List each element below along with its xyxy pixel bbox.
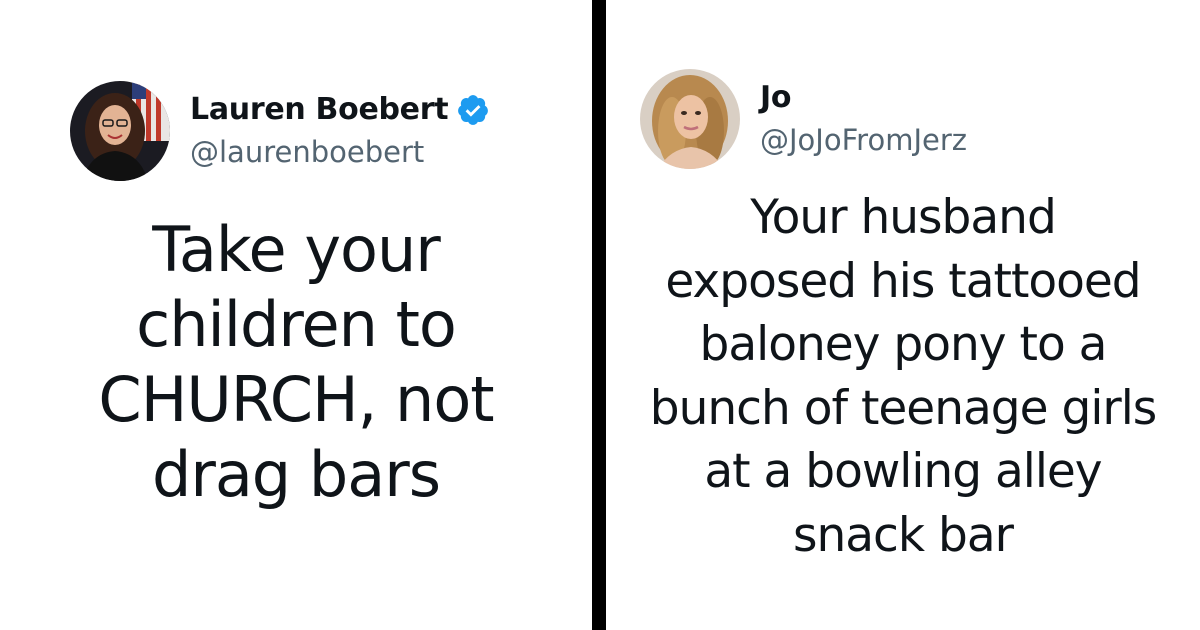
verified-badge-icon [458, 95, 489, 125]
display-name-row: Lauren Boebert [190, 91, 490, 129]
panel-divider [592, 0, 606, 630]
tweet-header: Jo @JoJoFromJerz [640, 69, 967, 169]
avatar-image [640, 69, 740, 169]
tweet-card-left: Lauren Boebert @laurenboebert Take your … [0, 0, 592, 630]
user-handle[interactable]: @laurenboebert [190, 133, 490, 171]
user-names: Jo @JoJoFromJerz [760, 79, 967, 159]
tweet-body-text: Your husband exposed his tattooed balone… [649, 190, 1158, 563]
tweet-header: Lauren Boebert @laurenboebert [70, 81, 490, 181]
user-names: Lauren Boebert @laurenboebert [190, 91, 490, 171]
display-name-row: Jo [760, 79, 967, 117]
tweet-comparison-image: Lauren Boebert @laurenboebert Take your … [0, 0, 1200, 630]
avatar-image [70, 81, 170, 181]
user-handle[interactable]: @JoJoFromJerz [760, 121, 967, 159]
display-name[interactable]: Jo [760, 79, 791, 117]
user-photo-avatar[interactable] [640, 69, 740, 169]
tweet-card-right: Jo @JoJoFromJerz Your husband exposed hi… [606, 0, 1200, 630]
user-photo-avatar[interactable] [70, 81, 170, 181]
display-name[interactable]: Lauren Boebert [190, 91, 449, 129]
tweet-body-text: Take your children to CHURCH, not drag b… [98, 213, 494, 511]
